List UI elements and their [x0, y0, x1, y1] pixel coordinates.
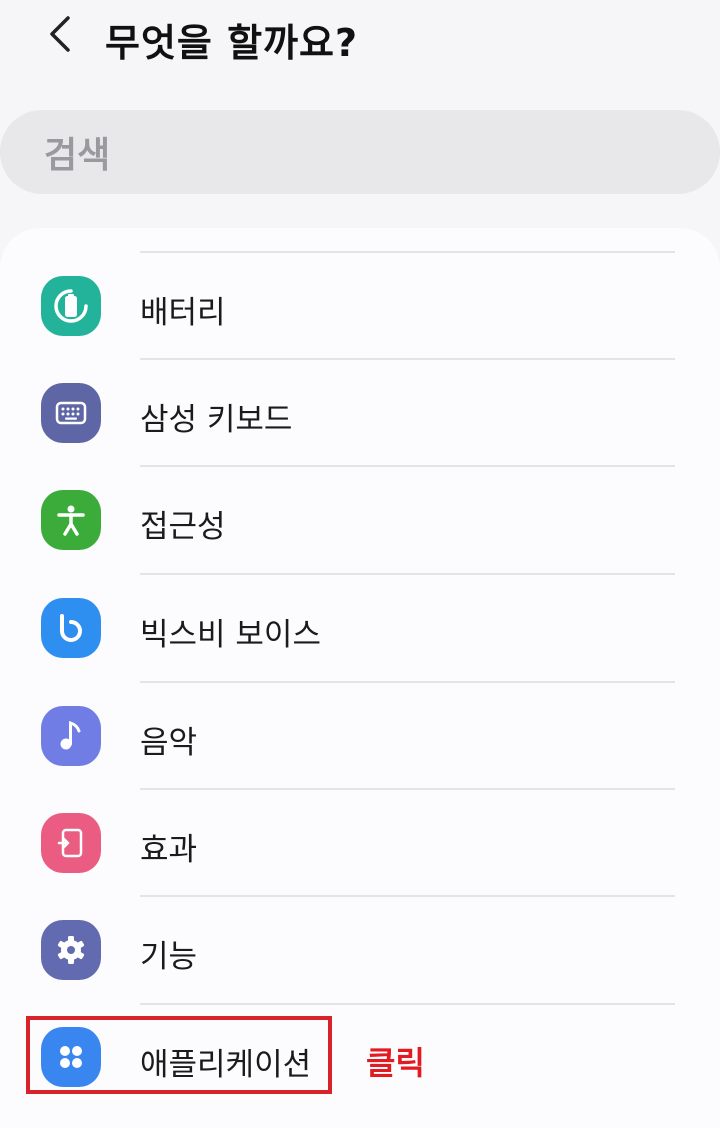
click-annotation: 클릭	[366, 1044, 425, 1082]
highlight-box	[26, 1016, 332, 1094]
chevron-left-icon	[50, 16, 70, 52]
list-item-label: 빅스비 보이스	[140, 617, 321, 653]
accessibility-icon	[41, 490, 101, 550]
list-item-effects[interactable]: 효과	[0, 790, 720, 897]
list-item-bixby-voice[interactable]: 빅스비 보이스	[0, 575, 720, 682]
header: 무엇을 할까요?	[0, 0, 720, 90]
back-button[interactable]	[36, 10, 84, 58]
effects-icon	[41, 813, 101, 873]
list-item-label: 음악	[140, 725, 198, 761]
gear-icon	[41, 920, 101, 980]
list-item-label: 접근성	[140, 509, 226, 545]
search-placeholder: 검색	[44, 135, 111, 176]
list-item-features[interactable]: 기능	[0, 897, 720, 1004]
bixby-icon	[41, 598, 101, 658]
battery-icon	[41, 276, 101, 336]
list-item-label: 배터리	[140, 295, 226, 331]
list-item-accessibility[interactable]: 접근성	[0, 467, 720, 574]
list-item-battery[interactable]: 배터리	[0, 253, 720, 360]
list-item-label: 삼성 키보드	[140, 402, 293, 438]
page-title: 무엇을 할까요?	[105, 21, 359, 65]
list-item-music[interactable]: 음악	[0, 683, 720, 790]
search-bar[interactable]: 검색	[0, 110, 720, 194]
keyboard-icon	[41, 383, 101, 443]
list-item-label: 기능	[140, 939, 198, 975]
music-note-icon	[41, 706, 101, 766]
list-item-keyboard[interactable]: 삼성 키보드	[0, 360, 720, 467]
list-item-label: 효과	[140, 832, 198, 868]
